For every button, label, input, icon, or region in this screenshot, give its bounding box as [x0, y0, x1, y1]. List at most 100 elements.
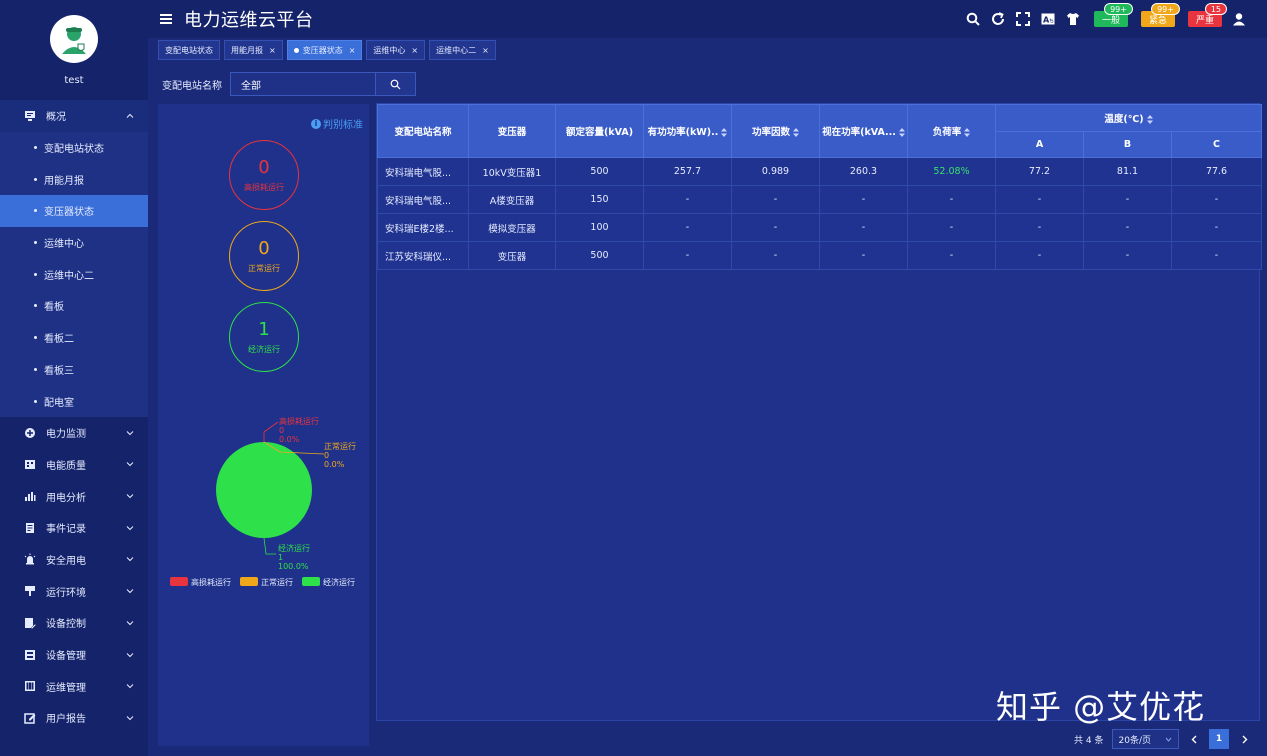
table-row[interactable]: 江苏安科瑞仪... 变压器 500- - - - - - -	[377, 241, 1263, 270]
sidebar-item-ops-management[interactable]: 运维管理	[0, 670, 148, 702]
close-icon[interactable]: ×	[411, 46, 418, 55]
theme-shirt-icon[interactable]	[1065, 11, 1081, 27]
sidebar-subitem-energy-monthly[interactable]: 用能月报	[0, 163, 148, 195]
tab-ops-center-2[interactable]: 运维中心二 ×	[429, 40, 496, 60]
pencil-box-icon	[24, 712, 36, 724]
transformer-table: 变配电站名称 变压器 额定容量(kVA) 有功功率(kW).. 功率因数 视在功…	[376, 103, 1263, 721]
alarm-light-icon	[24, 553, 36, 565]
alert-urgent-count: 99+	[1151, 3, 1180, 15]
sidebar-item-device-control[interactable]: 设备控制	[0, 607, 148, 639]
chevron-down-icon	[126, 462, 134, 467]
sort-icon	[793, 128, 799, 137]
svg-text:ち: ち	[1049, 19, 1054, 25]
alert-normal-button[interactable]: 一般 99+	[1093, 3, 1133, 27]
close-icon[interactable]: ×	[269, 46, 276, 55]
transformer-data-table: 变配电站名称 变压器 额定容量(kVA) 有功功率(kW).. 功率因数 视在功…	[377, 104, 1263, 270]
filter-bar: 变配电站名称 全部	[148, 68, 1267, 100]
tab-station-status[interactable]: 变配电站状态	[158, 40, 220, 60]
chevron-down-icon	[1165, 737, 1172, 742]
pie-label-high-loss-value: 0	[279, 426, 284, 435]
table-row[interactable]: 安科瑞电气股... A楼变压器 150- - - - - - -	[377, 185, 1263, 214]
operation-status-pie: 高损耗运行 0 0.0% 正常运行 0 0.0% 经济运行 1 100.0% 高…	[170, 416, 356, 587]
sidebar-item-safety[interactable]: 安全用电	[0, 544, 148, 576]
sort-icon	[1146, 115, 1153, 124]
watermark: 知乎 @艾优花	[996, 688, 1206, 726]
col-power-factor[interactable]: 功率因数	[731, 104, 820, 158]
legend-normal: 正常运行	[261, 577, 293, 587]
sidebar-item-environment[interactable]: 运行环境	[0, 575, 148, 607]
user-profile: test	[0, 0, 148, 100]
chevron-left-icon	[1191, 735, 1196, 743]
user-icon[interactable]	[1231, 11, 1247, 27]
panel-icon	[24, 680, 36, 692]
alert-critical-button[interactable]: 严重 15	[1187, 3, 1227, 27]
overview-submenu: 变配电站状态 用能月报 变压器状态 运维中心 运维中心二 看板 看板二 看板三 …	[0, 131, 148, 417]
chevron-down-icon	[126, 620, 134, 626]
chevron-down-icon	[126, 430, 134, 435]
font-size-icon[interactable]: Aち	[1040, 11, 1056, 27]
pie-label-normal-value: 0	[324, 451, 329, 460]
tab-ops-center[interactable]: 运维中心 ×	[366, 40, 426, 60]
col-temp-b: B	[1083, 131, 1172, 158]
sidebar-subitem-dashboard-2[interactable]: 看板二	[0, 322, 148, 354]
avatar[interactable]	[50, 15, 98, 63]
sidebar: test 概况 变配电站状态 用能月报 变压器状态 运维中心 运维中心二 看板 …	[0, 0, 148, 756]
chevron-down-icon	[126, 652, 134, 657]
document-icon	[24, 522, 36, 534]
page-number-current[interactable]: 1	[1209, 729, 1229, 749]
tab-energy-monthly[interactable]: 用能月报 ×	[224, 40, 283, 60]
plus-circle-icon	[24, 427, 36, 439]
prev-page-button[interactable]	[1187, 729, 1201, 749]
alert-urgent-button[interactable]: 紧急 99+	[1140, 3, 1180, 27]
page-size-select[interactable]: 20条/页	[1111, 729, 1179, 749]
sidebar-subitem-station-status[interactable]: 变配电站状态	[0, 132, 148, 164]
chevron-down-icon	[126, 716, 134, 721]
refresh-icon[interactable]	[990, 11, 1006, 27]
sidebar-subitem-switch-room[interactable]: 配电室	[0, 385, 148, 417]
tab-transformer-status[interactable]: 变压器状态 ×	[286, 40, 363, 60]
legend-high-loss: 高损耗运行	[191, 577, 231, 587]
pie-label-economic-percent: 100.0%	[278, 562, 309, 571]
sidebar-subitem-transformer-status[interactable]: 变压器状态	[0, 195, 148, 227]
sidebar-subitem-dashboard-3[interactable]: 看板三	[0, 354, 148, 386]
sidebar-item-user-report[interactable]: 用户报告	[0, 702, 148, 734]
sort-icon	[964, 128, 971, 137]
sidebar-item-power-quality[interactable]: 电能质量	[0, 449, 148, 481]
col-temperature[interactable]: 温度(℃)	[994, 104, 1263, 132]
sidebar-menu: 电力监测 电能质量 用电分析 事件记录 安全用电 运行环境 设备控制 设备管理 …	[0, 417, 148, 734]
sidebar-item-device-management[interactable]: 设备管理	[0, 639, 148, 671]
criteria-link[interactable]: i 判别标准	[311, 116, 363, 131]
table-row[interactable]: 安科瑞E楼2楼... 模拟变压器 100- - - - - - -	[377, 213, 1263, 242]
sidebar-item-overview[interactable]: 概况	[0, 100, 148, 132]
sidebar-subitem-ops-center[interactable]: 运维中心	[0, 227, 148, 259]
chevron-down-icon	[126, 684, 134, 689]
col-active-power[interactable]: 有功功率(kW)..	[643, 104, 732, 158]
search-icon[interactable]	[965, 11, 981, 27]
menu-toggle-icon[interactable]	[160, 14, 172, 24]
edit-doc-icon	[24, 617, 36, 629]
pie-label-normal-percent: 0.0%	[324, 460, 345, 469]
building-icon	[24, 458, 36, 470]
pie-slice-economic	[216, 442, 312, 538]
sidebar-item-usage-analysis[interactable]: 用电分析	[0, 480, 148, 512]
sidebar-subitem-dashboard[interactable]: 看板	[0, 290, 148, 322]
table-row[interactable]: 安科瑞电气股... 10kV变压器1 500 257.7 0.989 260.3 52.08…	[377, 157, 1263, 186]
engineer-avatar-icon	[62, 27, 86, 54]
search-button[interactable]	[376, 72, 416, 96]
col-capacity: 额定容量(kVA)	[555, 104, 644, 158]
col-apparent-power[interactable]: 视在功率(kVA...	[819, 104, 908, 158]
close-icon[interactable]: ×	[482, 46, 489, 55]
chevron-down-icon	[126, 589, 134, 594]
next-page-button[interactable]	[1237, 729, 1251, 749]
fullscreen-icon[interactable]	[1015, 11, 1031, 27]
chevron-down-icon	[126, 525, 134, 530]
sidebar-item-power-monitor[interactable]: 电力监测	[0, 417, 148, 449]
close-icon[interactable]: ×	[349, 46, 356, 55]
sidebar-subitem-ops-center-2[interactable]: 运维中心二	[0, 258, 148, 290]
col-temp-a: A	[995, 131, 1084, 158]
sidebar-item-event-log[interactable]: 事件记录	[0, 512, 148, 544]
col-station: 变配电站名称	[377, 104, 469, 158]
col-load-rate[interactable]: 负荷率	[907, 104, 996, 158]
station-select[interactable]: 全部	[230, 72, 376, 96]
station-filter-label: 变配电站名称	[162, 80, 222, 92]
